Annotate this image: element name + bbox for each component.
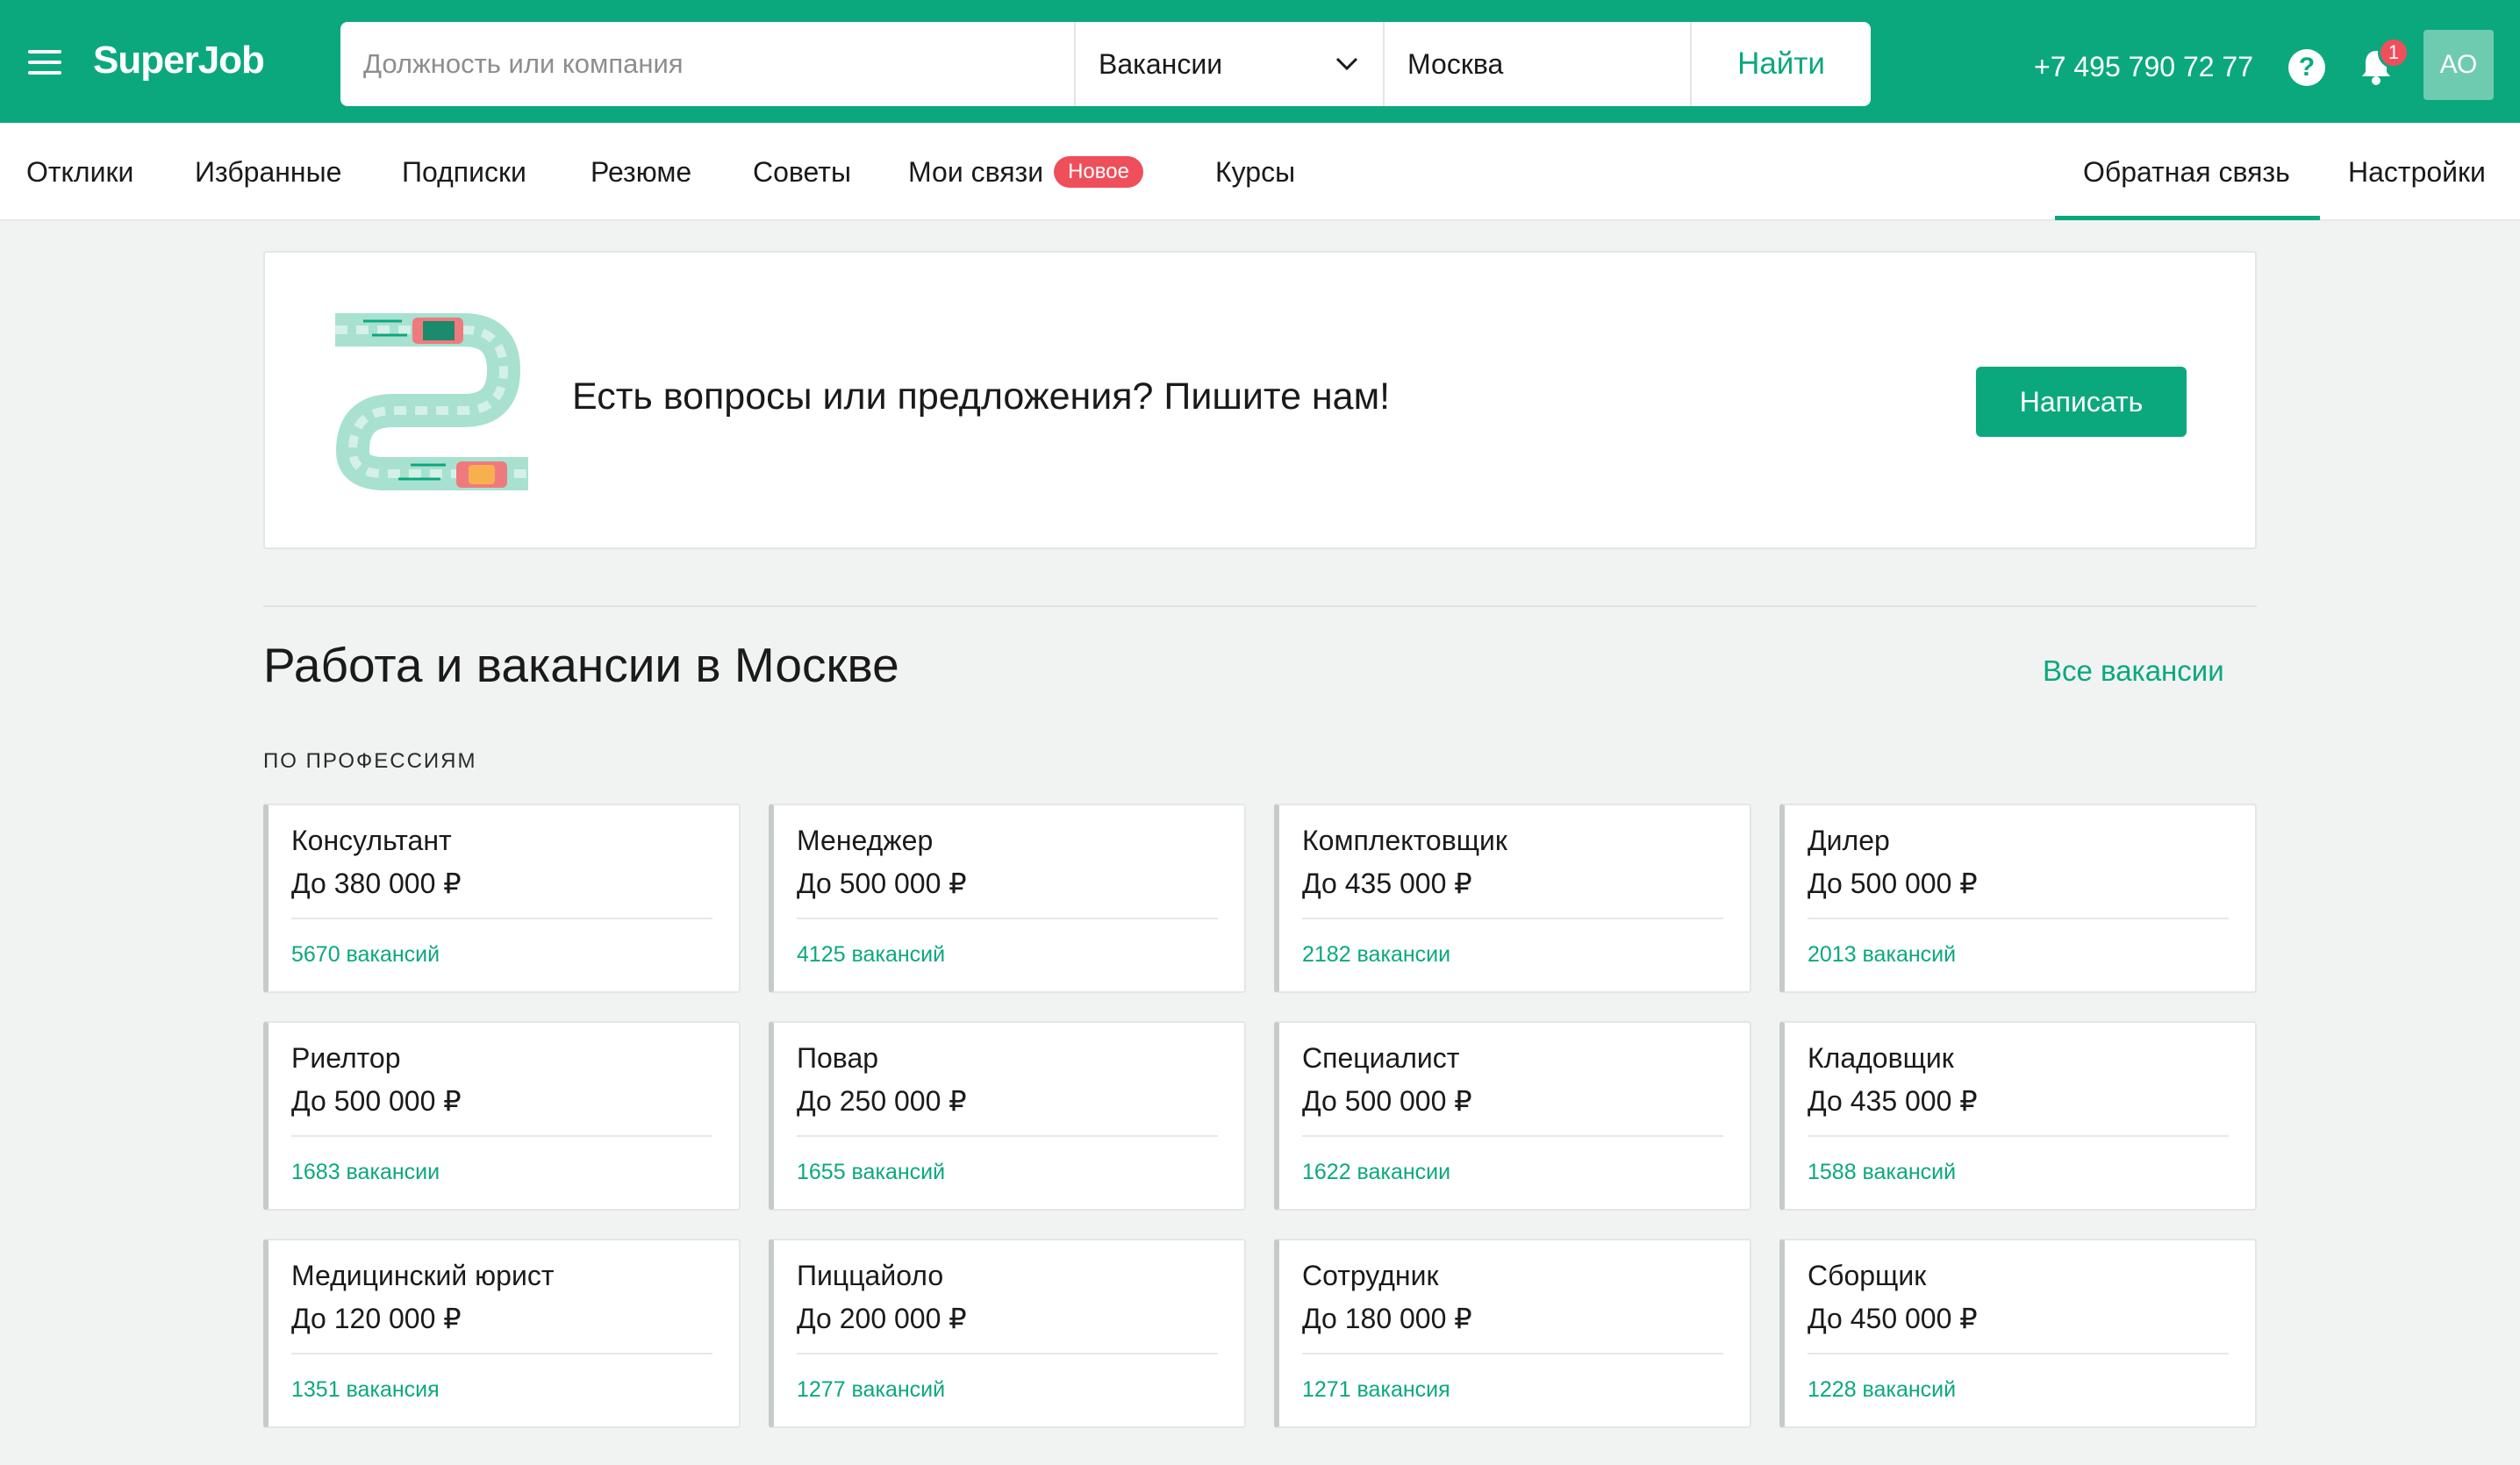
profession-card[interactable]: Медицинский юрист До 120 000 ₽ 1351 вака… (263, 1239, 741, 1428)
card-count[interactable]: 1277 вакансий (797, 1377, 945, 1403)
card-count[interactable]: 1622 вакансии (1302, 1160, 1450, 1185)
profession-card[interactable]: Пиццайоло До 200 000 ₽ 1277 вакансий (769, 1239, 1246, 1428)
nav-item-connections-label: Мои связи (908, 156, 1044, 188)
card-salary: До 450 000 ₽ (1808, 1303, 1978, 1334)
card-title: Комплектовщик (1302, 825, 1507, 856)
card-title: Сотрудник (1302, 1260, 1439, 1291)
card-count[interactable]: 2182 вакансии (1302, 942, 1450, 968)
nav-item-favorites[interactable]: Избранные (195, 156, 341, 189)
secondary-nav: Отклики Избранные Подписки Резюме Советы… (0, 123, 2520, 221)
card-salary: До 120 000 ₽ (291, 1303, 462, 1334)
card-salary: До 435 000 ₽ (1302, 868, 1472, 899)
card-divider (797, 918, 1218, 919)
card-count[interactable]: 1683 вакансии (291, 1160, 440, 1185)
nav-item-resume[interactable]: Резюме (591, 156, 691, 189)
nav-item-connections[interactable]: Мои связи Новое (908, 156, 1143, 189)
profession-card[interactable]: Специалист До 500 000 ₽ 1622 вакансии (1274, 1021, 1751, 1211)
write-button[interactable]: Написать (1976, 367, 2187, 437)
feedback-text: Есть вопросы или предложения? Пишите нам… (572, 375, 1391, 418)
card-count[interactable]: 1351 вакансия (291, 1377, 440, 1403)
notifications-badge: 1 (2378, 37, 2409, 68)
city-field[interactable]: Москва (1385, 22, 1692, 106)
search-query-field[interactable] (340, 22, 1076, 106)
card-title: Сборщик (1808, 1260, 1927, 1291)
card-count[interactable]: 1271 вакансия (1302, 1377, 1450, 1403)
card-divider (1302, 918, 1723, 919)
card-salary: До 500 000 ₽ (1302, 1085, 1472, 1117)
chevron-down-icon (1335, 57, 1358, 71)
card-title: Медицинский юрист (291, 1260, 555, 1291)
section-title: Работа и вакансии в Москве (263, 638, 899, 692)
card-divider (1302, 1135, 1723, 1137)
card-count[interactable]: 4125 вакансий (797, 942, 945, 968)
search-bar: Вакансии Москва Найти (340, 22, 1871, 106)
profession-card[interactable]: Риелтор До 500 000 ₽ 1683 вакансии (263, 1021, 741, 1211)
section-divider (263, 605, 2257, 607)
road-illustration (335, 313, 528, 490)
card-title: Кладовщик (1808, 1042, 1954, 1074)
menu-icon[interactable] (28, 50, 61, 75)
help-icon[interactable]: ? (2288, 49, 2325, 86)
card-divider (1302, 1353, 1723, 1354)
card-salary: До 500 000 ₽ (291, 1085, 462, 1117)
profession-card[interactable]: Дилер До 500 000 ₽ 2013 вакансий (1779, 804, 2257, 993)
card-divider (1808, 918, 2229, 919)
profession-card[interactable]: Комплектовщик До 435 000 ₽ 2182 вакансии (1274, 804, 1751, 993)
card-title: Специалист (1302, 1042, 1460, 1074)
profession-card[interactable]: Сборщик До 450 000 ₽ 1228 вакансий (1779, 1239, 2257, 1428)
card-count[interactable]: 5670 вакансий (291, 942, 440, 968)
nav-item-courses[interactable]: Курсы (1215, 156, 1295, 189)
section-subhead: ПО ПРОФЕССИЯМ (263, 749, 477, 773)
card-count[interactable]: 1588 вакансий (1808, 1160, 1956, 1185)
profession-card[interactable]: Сотрудник До 180 000 ₽ 1271 вакансия (1274, 1239, 1751, 1428)
card-divider (797, 1135, 1218, 1137)
card-divider (1808, 1135, 2229, 1137)
profession-card[interactable]: Кладовщик До 435 000 ₽ 1588 вакансий (1779, 1021, 2257, 1211)
card-divider (291, 918, 712, 919)
card-title: Дилер (1808, 825, 1890, 856)
card-salary: До 435 000 ₽ (1808, 1085, 1978, 1117)
search-input[interactable] (363, 48, 1074, 80)
top-header: SuperJob Вакансии Москва Найти +7 495 79… (0, 0, 2520, 123)
support-phone[interactable]: +7 495 790 72 77 (2034, 51, 2253, 83)
card-divider (291, 1135, 712, 1137)
card-title: Риелтор (291, 1042, 401, 1074)
card-count[interactable]: 2013 вакансий (1808, 942, 1956, 968)
card-salary: До 250 000 ₽ (797, 1085, 967, 1117)
card-divider (291, 1353, 712, 1354)
nav-item-feedback[interactable]: Обратная связь (2083, 156, 2290, 189)
card-salary: До 500 000 ₽ (1808, 868, 1978, 899)
card-count[interactable]: 1655 вакансий (797, 1160, 945, 1185)
card-salary: До 200 000 ₽ (797, 1303, 967, 1334)
profession-card[interactable]: Консультант До 380 000 ₽ 5670 вакансий (263, 804, 741, 993)
nav-item-settings[interactable]: Настройки (2348, 156, 2486, 189)
card-salary: До 380 000 ₽ (291, 868, 462, 899)
nav-item-responses[interactable]: Отклики (26, 156, 133, 189)
card-title: Менеджер (797, 825, 934, 856)
card-count[interactable]: 1228 вакансий (1808, 1377, 1956, 1403)
nav-item-subscriptions[interactable]: Подписки (402, 156, 526, 189)
all-vacancies-link[interactable]: Все вакансии (2043, 654, 2224, 688)
card-salary: До 500 000 ₽ (797, 868, 967, 899)
nav-item-tips[interactable]: Советы (753, 156, 851, 189)
active-tab-indicator (2055, 216, 2320, 220)
card-salary: До 180 000 ₽ (1302, 1303, 1472, 1334)
profession-card[interactable]: Повар До 250 000 ₽ 1655 вакансий (769, 1021, 1246, 1211)
superjob-logo[interactable]: SuperJob (93, 39, 265, 82)
card-title: Повар (797, 1042, 879, 1074)
feedback-banner: Есть вопросы или предложения? Пишите нам… (263, 251, 2257, 549)
search-type-value: Вакансии (1099, 47, 1223, 80)
card-divider (1808, 1353, 2229, 1354)
card-title: Пиццайоло (797, 1260, 944, 1291)
profession-card[interactable]: Менеджер До 500 000 ₽ 4125 вакансий (769, 804, 1246, 993)
new-badge: Новое (1054, 156, 1143, 188)
find-button[interactable]: Найти (1692, 22, 1871, 106)
card-title: Консультант (291, 825, 452, 856)
card-divider (797, 1353, 1218, 1354)
avatar[interactable]: АО (2423, 30, 2494, 100)
search-type-select[interactable]: Вакансии (1076, 22, 1385, 106)
